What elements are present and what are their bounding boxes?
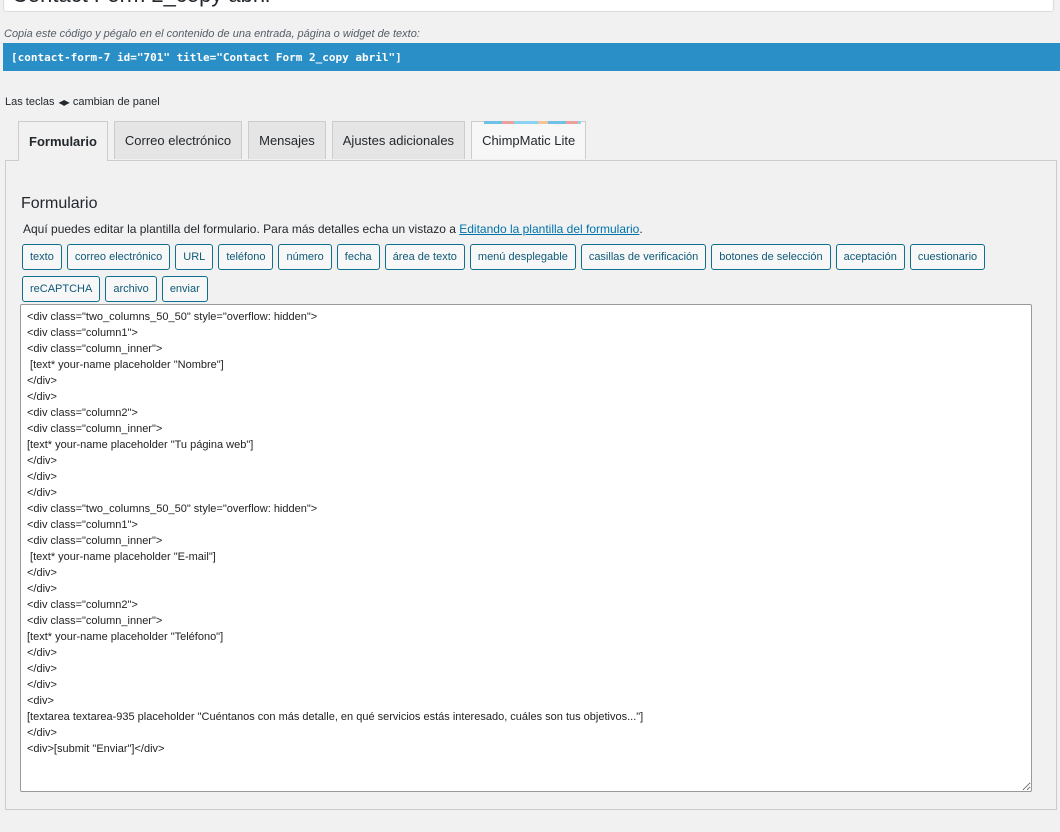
keyboard-hint: Las teclas ◀▶ cambian de panel (5, 96, 160, 108)
tag-button-area-de-texto[interactable]: área de texto (384, 244, 465, 270)
tag-button-cuestionario[interactable]: cuestionario (909, 244, 986, 270)
form-template-editor[interactable]: <div class="two_columns_50_50" style="ov… (20, 304, 1032, 792)
tab-formulario[interactable]: Formulario (18, 121, 108, 161)
tag-button-menu-desplegable[interactable]: menú desplegable (469, 244, 576, 270)
tag-button-recaptcha[interactable]: reCAPTCHA (22, 276, 101, 302)
tab-chimpmatic-lite[interactable]: ChimpMatic Lite (471, 121, 587, 159)
tag-button-botones-de-seleccion[interactable]: botones de selección (711, 244, 831, 270)
tag-button-aceptacion[interactable]: aceptación (835, 244, 905, 270)
tag-button-telefono[interactable]: teléfono (218, 244, 274, 270)
panel-description-text: Aquí puedes editar la plantilla del form… (23, 222, 460, 236)
tag-generator-buttons: texto correo electrónico URL teléfono nú… (22, 244, 1022, 302)
panel-title: Formulario (21, 195, 98, 212)
tag-button-casillas-de-verificacion[interactable]: casillas de verificación (580, 244, 707, 270)
template-docs-link[interactable]: Editando la plantilla del formulario (459, 222, 639, 236)
panel-description: Aquí puedes editar la plantilla del form… (23, 222, 643, 236)
tag-button-archivo[interactable]: archivo (105, 276, 157, 302)
tag-button-numero[interactable]: número (278, 244, 332, 270)
panel-description-end: . (639, 222, 643, 236)
shortcode-text[interactable]: [contact-form-7 id="701" title="Contact … (11, 51, 402, 64)
tab-mensajes[interactable]: Mensajes (248, 121, 326, 159)
arrow-keys-icon: ◀▶ (58, 97, 70, 107)
form-panel: Formulario Aquí puedes editar la plantil… (5, 160, 1057, 810)
tag-button-texto[interactable]: texto (22, 244, 62, 270)
tag-button-correo-electronico[interactable]: correo electrónico (66, 244, 171, 270)
panel-tabs: Formulario Correo electrónico Mensajes A… (18, 121, 587, 161)
tag-button-fecha[interactable]: fecha (336, 244, 380, 270)
keyboard-hint-before: Las teclas (5, 96, 55, 108)
tag-button-enviar[interactable]: enviar (161, 276, 208, 302)
tag-button-url[interactable]: URL (175, 244, 214, 270)
form-title-input[interactable] (3, 0, 1054, 12)
tab-ajustes-adicionales[interactable]: Ajustes adicionales (331, 121, 466, 159)
shortcode-bar[interactable]: [contact-form-7 id="701" title="Contact … (3, 43, 1060, 71)
tab-correo-electronico[interactable]: Correo electrónico (113, 121, 243, 159)
shortcode-hint: Copia este código y pégalo en el conteni… (4, 28, 420, 40)
keyboard-hint-after: cambian de panel (72, 96, 160, 108)
